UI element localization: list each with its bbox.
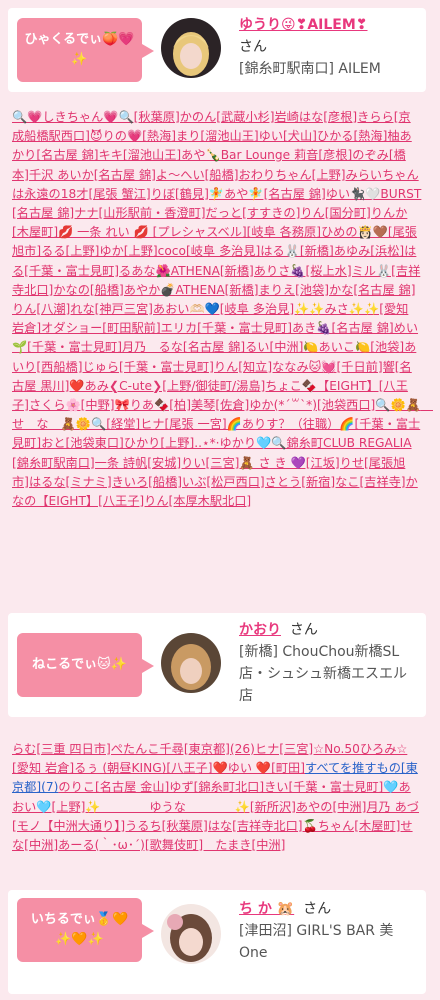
rank-bubble: いちるでぃ🥇🧡✨🧡✨ <box>17 898 154 962</box>
avatar[interactable] <box>161 18 221 78</box>
honorific: さん <box>303 901 332 917</box>
avatar[interactable] <box>161 633 221 693</box>
list-item[interactable]: のりこ[名古屋 金山]ゆず[錦糸町北口]きい[千葉・富士見町]🩵あおい🩵[上野]… <box>12 780 419 852</box>
rank-bubble: ねこるでぃ🐱✨ <box>17 633 154 697</box>
ranking-list: らむ[三重 四日市]ぺたんこ千尋[東京都](26)ヒナ[三宮]☆No.50ひろみ… <box>8 740 426 880</box>
rank-bubble: ひゃくるでぃ🍑💗✨ <box>17 18 154 82</box>
honorific: さん <box>239 39 267 55</box>
list-item[interactable]: 🔍💗しきちゃん💗🔍[秋葉原]かのん[武蔵小杉]岩崎はな[彦根]きらら[京成船橋駅… <box>12 110 433 508</box>
cast-name[interactable]: かおり <box>239 622 281 638</box>
ranking-list: 🔍💗しきちゃん💗🔍[秋葉原]かのん[武蔵小杉]岩崎はな[彦根]きらら[京成船橋駅… <box>8 108 433 602</box>
cast-card-3[interactable]: いちるでぃ🥇🧡✨🧡✨ ち か 🐹 さん [津田沼] GIRL'S BAR 美On… <box>8 890 426 994</box>
honorific: さん <box>289 622 318 638</box>
cast-card-1[interactable]: ひゃくるでぃ🍑💗✨ ゆうり😜❣AILEM❣ さん [錦糸町駅南口] AILEM <box>8 8 426 92</box>
shop-name: [錦糸町駅南口] AILEM <box>239 61 381 77</box>
avatar[interactable] <box>161 904 221 964</box>
shop-name: [新橋] ChouChou新橋SL店・シュシュ新橋エスエル店 <box>239 644 407 704</box>
shop-name: [津田沼] GIRL'S BAR 美One <box>239 923 394 961</box>
cast-name[interactable]: ち か 🐹 <box>239 901 294 917</box>
cast-name[interactable]: ゆうり😜❣AILEM❣ <box>239 17 368 33</box>
cast-card-2[interactable]: ねこるでぃ🐱✨ かおり さん [新橋] ChouChou新橋SL店・シュシュ新橋… <box>8 613 426 717</box>
